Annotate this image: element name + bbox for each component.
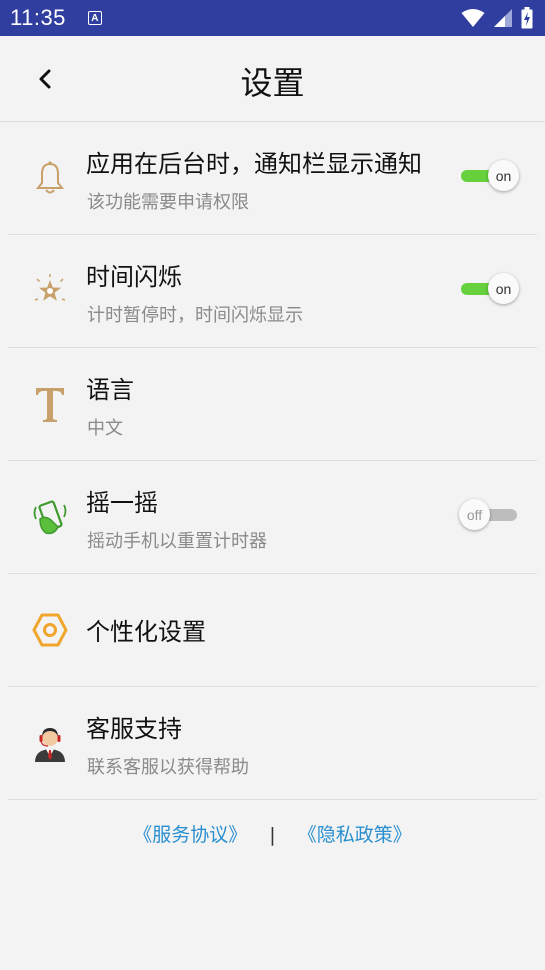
footer-links: 《服务协议》 | 《隐私政策》: [0, 820, 545, 847]
setting-title: 个性化设置: [86, 618, 206, 646]
settings-list: 应用在后台时，通知栏显示通知 该功能需要申请权限 on 时间闪烁 计时暂停时，时…: [0, 122, 545, 800]
status-bar: 11:35 A: [0, 0, 545, 36]
setting-customer-support[interactable]: 客服支持 联系客服以获得帮助: [8, 687, 537, 800]
setting-title: 语言: [86, 376, 134, 404]
setting-title: 摇一摇: [86, 489, 158, 517]
setting-background-notification[interactable]: 应用在后台时，通知栏显示通知 该功能需要申请权限 on: [8, 122, 537, 235]
privacy-policy-link[interactable]: 《隐私政策》: [298, 824, 412, 846]
setting-subtitle: 联系客服以获得帮助: [87, 757, 249, 778]
setting-subtitle: 中文: [87, 418, 123, 439]
hexagon-settings-icon: [32, 610, 68, 650]
battery-charging-icon: [521, 7, 533, 29]
customer-service-icon: [32, 723, 68, 763]
page-title: 设置: [240, 64, 305, 102]
toggle-knob: on: [488, 160, 519, 191]
setting-title: 应用在后台时，通知栏显示通知: [86, 150, 422, 178]
cell-signal-icon: [494, 9, 512, 27]
setting-personalization[interactable]: 个性化设置: [8, 574, 537, 687]
status-time: 11:35: [10, 5, 66, 30]
setting-language[interactable]: 语言 中文: [8, 348, 537, 461]
setting-title: 客服支持: [86, 715, 182, 743]
toggle-knob: off: [459, 499, 490, 530]
shake-toggle[interactable]: off: [459, 499, 519, 531]
setting-subtitle: 摇动手机以重置计时器: [87, 531, 267, 552]
setting-subtitle: 计时暂停时，时间闪烁显示: [87, 305, 303, 326]
footer-separator: |: [269, 824, 276, 846]
setting-time-blink[interactable]: 时间闪烁 计时暂停时，时间闪烁显示 on: [8, 235, 537, 348]
text-t-icon: [32, 384, 68, 424]
app-header: 设置: [0, 36, 545, 122]
setting-subtitle: 该功能需要申请权限: [87, 192, 249, 213]
toggle-knob: on: [488, 273, 519, 304]
wifi-icon: [461, 9, 485, 27]
shake-phone-icon: [32, 497, 68, 537]
bell-icon: [32, 158, 68, 198]
notification-toggle[interactable]: on: [459, 160, 519, 192]
status-icons: [461, 7, 533, 29]
setting-title: 时间闪烁: [86, 263, 182, 291]
star-sparkle-icon: [32, 271, 68, 311]
time-blink-toggle[interactable]: on: [459, 273, 519, 305]
setting-shake[interactable]: 摇一摇 摇动手机以重置计时器 off: [8, 461, 537, 574]
terms-of-service-link[interactable]: 《服务协议》: [133, 824, 247, 846]
a-badge-icon: A: [87, 11, 102, 25]
